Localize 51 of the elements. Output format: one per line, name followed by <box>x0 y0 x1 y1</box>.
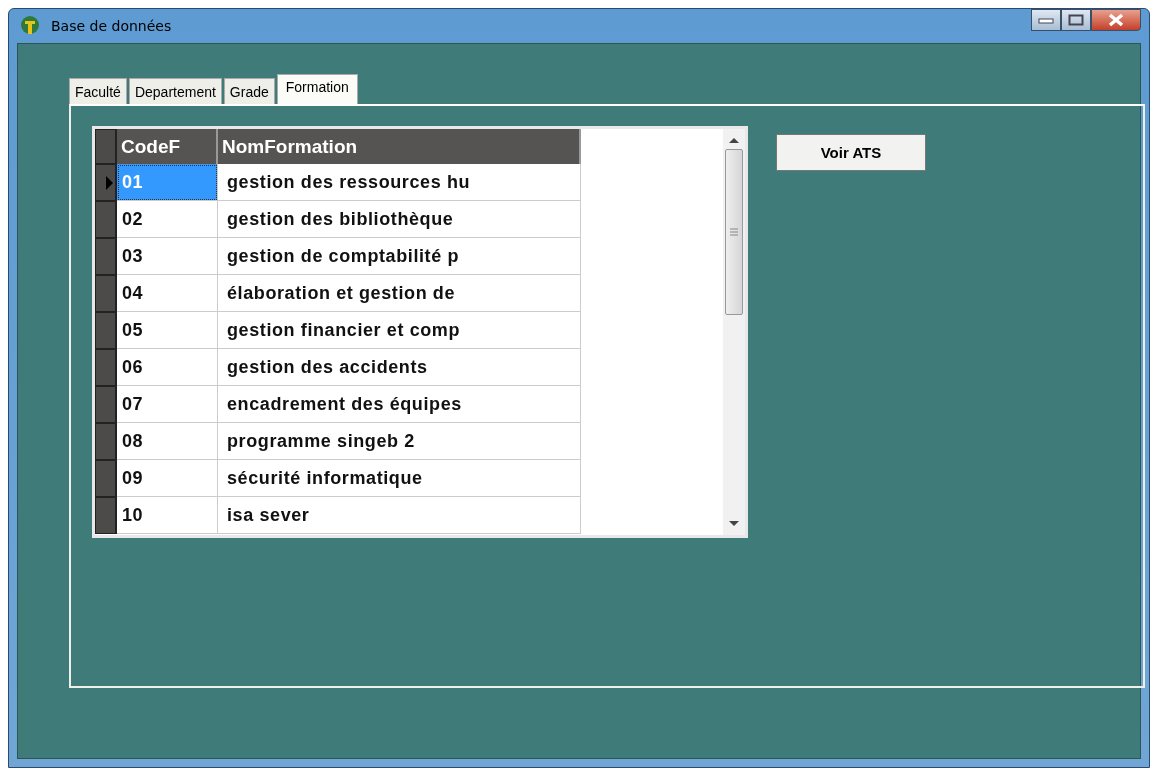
row-header[interactable] <box>95 349 117 386</box>
tab[interactable]: Departement <box>128 78 222 104</box>
close-icon <box>1108 13 1124 27</box>
table-cell: 01 <box>117 164 218 201</box>
row-header[interactable] <box>95 497 117 534</box>
table-cell: 04 <box>117 275 218 312</box>
current-row-icon <box>106 175 113 190</box>
table-cell: élaboration et gestion de <box>218 275 581 312</box>
maximize-icon <box>1068 14 1084 26</box>
table-cell: 03 <box>117 238 218 275</box>
row-header[interactable] <box>95 312 117 349</box>
table-cell: 08 <box>117 423 218 460</box>
row-header[interactable] <box>95 386 117 423</box>
table-cell: gestion financier et comp <box>218 312 581 349</box>
table-cell: 10 <box>117 497 218 534</box>
row-header[interactable] <box>95 423 117 460</box>
maximize-button[interactable] <box>1061 9 1091 31</box>
table-cell: 06 <box>117 349 218 386</box>
table-cell: sécurité informatique <box>218 460 581 497</box>
row-header[interactable] <box>95 460 117 497</box>
table-cell: programme singeb 2 <box>218 423 581 460</box>
minimize-icon <box>1038 16 1054 24</box>
tab[interactable]: Formation <box>276 74 358 104</box>
table-cell: 09 <box>117 460 218 497</box>
scroll-thumb[interactable] <box>725 149 743 315</box>
column-header[interactable]: NomFormation <box>218 129 581 164</box>
table-cell: 07 <box>117 386 218 423</box>
table-cell: gestion des accidents <box>218 349 581 386</box>
row-header[interactable] <box>95 201 117 238</box>
close-button[interactable] <box>1091 9 1141 31</box>
table-cell: gestion des ressources hu <box>218 164 581 201</box>
column-header[interactable]: CodeF <box>117 129 218 164</box>
table-cell: 02 <box>117 201 218 238</box>
row-header[interactable] <box>95 275 117 312</box>
row-header[interactable] <box>95 164 117 201</box>
tab[interactable]: Faculté <box>69 78 127 104</box>
minimize-button[interactable] <box>1031 9 1061 31</box>
table-cell: isa sever <box>218 497 581 534</box>
table-cell: 05 <box>117 312 218 349</box>
scroll-down-icon[interactable] <box>729 521 739 527</box>
voir-ats-button[interactable]: Voir ATS <box>776 134 926 171</box>
row-header <box>95 129 117 164</box>
table-cell: gestion de comptabilité p <box>218 238 581 275</box>
table-cell: gestion des bibliothèque <box>218 201 581 238</box>
row-header[interactable] <box>95 238 117 275</box>
scroll-up-icon[interactable] <box>729 137 739 143</box>
tab[interactable]: Grade <box>223 78 275 104</box>
vertical-scrollbar[interactable] <box>723 129 745 535</box>
app-icon <box>19 15 41 37</box>
table-cell: encadrement des équipes <box>218 386 581 423</box>
window-title: Base de données <box>51 18 172 34</box>
